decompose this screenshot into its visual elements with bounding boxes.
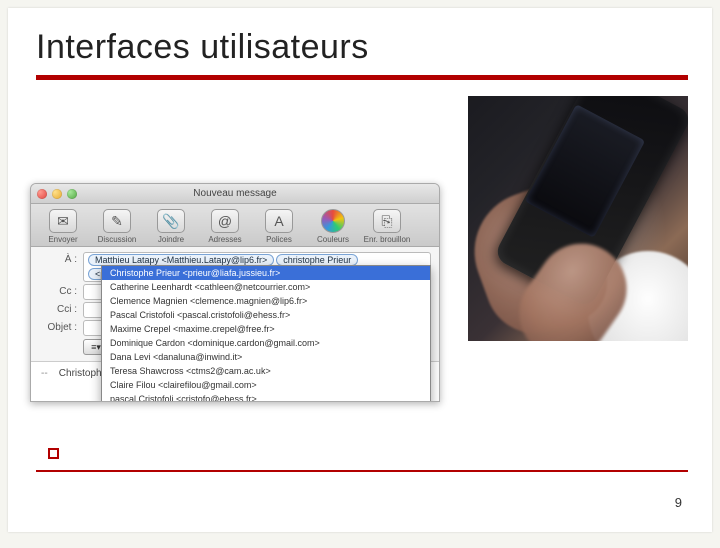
toolbar-button-adresses[interactable]: @ Adresses [201, 209, 249, 244]
footer-rule [36, 470, 688, 472]
to-label: À : [39, 252, 77, 265]
toolbar-button-discussion[interactable]: ✎ Discussion [93, 209, 141, 244]
mail-compose-window: Nouveau message ✉ Envoyer ✎ Discussion 📎 Join… [30, 183, 440, 402]
toolbar-label: Discussion [98, 235, 137, 244]
suggestion-item[interactable]: Claire Filou <clairefilou@gmail.com> [102, 378, 430, 392]
envoyer-icon: ✉ [49, 209, 77, 233]
autocomplete-dropdown[interactable]: Christophe Prieur <prieur@liafa.jussieu.… [101, 265, 431, 402]
toolbar-button-joindre[interactable]: 📎 Joindre [147, 209, 195, 244]
toolbar-button-envoyer[interactable]: ✉ Envoyer [39, 209, 87, 244]
subject-label: Objet : [39, 320, 77, 333]
suggestion-item[interactable]: pascal Cristofoli <cristofo@ehess.fr> [102, 392, 430, 402]
bullet-marker [48, 448, 59, 459]
window-titlebar[interactable]: Nouveau message [31, 184, 439, 204]
couleurs-icon: ● [321, 209, 345, 233]
toolbar-button-couleurs[interactable]: ● Couleurs [309, 209, 357, 244]
window-title: Nouveau message [31, 188, 439, 199]
toolbar-label: Joindre [158, 235, 184, 244]
suggestion-item[interactable]: Clemence Magnien <clemence.magnien@lip6.… [102, 294, 430, 308]
toolbar: ✉ Envoyer ✎ Discussion 📎 Joindre @ Adresses A Pol… [31, 204, 439, 247]
polices-icon: A [265, 209, 293, 233]
toolbar-button-enr-brouillon[interactable]: ⎘ Enr. brouillon [363, 209, 411, 244]
suggestion-item[interactable]: Teresa Shawcross <ctms2@cam.ac.uk> [102, 364, 430, 378]
bcc-label: Cci : [39, 302, 77, 315]
toolbar-label: Adresses [208, 235, 241, 244]
suggestion-item[interactable]: Dana Levi <danaluna@inwind.it> [102, 350, 430, 364]
slide-title: Interfaces utilisateurs [8, 8, 712, 75]
slide: Interfaces utilisateurs Nouveau message … [8, 8, 712, 532]
suggestion-item[interactable]: Christophe Prieur <prieur@liafa.jussieu.… [102, 266, 430, 280]
page-number: 9 [675, 495, 682, 510]
smartphone-photo [468, 96, 688, 341]
toolbar-label: Couleurs [317, 235, 349, 244]
adresses-icon: @ [211, 209, 239, 233]
discussion-icon: ✎ [103, 209, 131, 233]
suggestion-item[interactable]: Pascal Cristofoli <pascal.cristofoli@ehe… [102, 308, 430, 322]
enr-brouillon-icon: ⎘ [373, 209, 401, 233]
cc-label: Cc : [39, 284, 77, 297]
signature-name: Christophe [59, 368, 107, 379]
title-underline [36, 75, 688, 80]
toolbar-label: Enr. brouillon [364, 235, 411, 244]
toolbar-button-polices[interactable]: A Polices [255, 209, 303, 244]
suggestion-item[interactable]: Maxime Crepel <maxime.crepel@free.fr> [102, 322, 430, 336]
toolbar-label: Polices [266, 235, 292, 244]
joindre-icon: 📎 [157, 209, 185, 233]
suggestion-item[interactable]: Catherine Leenhardt <cathleen@netcourrie… [102, 280, 430, 294]
toolbar-label: Envoyer [48, 235, 77, 244]
signature-separator: -- [41, 368, 48, 379]
suggestion-item[interactable]: Dominique Cardon <dominique.cardon@gmail… [102, 336, 430, 350]
